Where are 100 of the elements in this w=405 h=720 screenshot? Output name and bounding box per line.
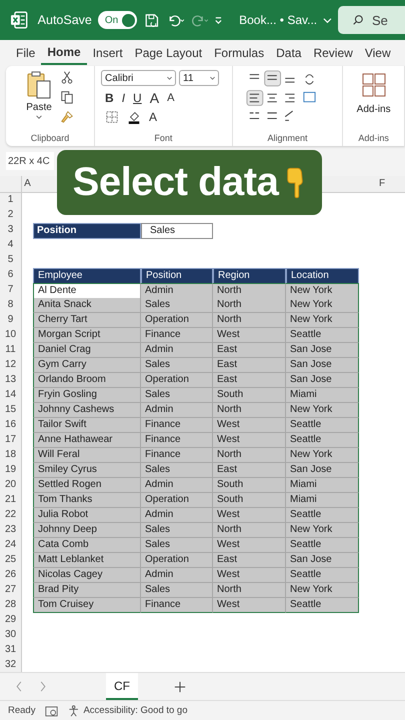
row-header[interactable]: 15: [0, 403, 22, 418]
document-title[interactable]: Book... • Sav...: [239, 13, 318, 27]
font-style-button[interactable]: U: [133, 91, 142, 105]
chevron-down-icon[interactable]: [35, 115, 44, 120]
ribbon-tab[interactable]: Page Layout: [128, 42, 208, 64]
row-header[interactable]: 12: [0, 358, 22, 373]
table-cell: Finance: [141, 433, 213, 448]
table-cell: Matt Leblanket: [33, 553, 141, 568]
table-cell: Finance: [141, 448, 213, 463]
table-cell: San Jose: [286, 358, 359, 373]
table-cell: Tom Thanks: [33, 493, 141, 508]
customize-icon[interactable]: [214, 16, 224, 24]
table-cell: South: [213, 388, 286, 403]
autosave-toggle[interactable]: On: [98, 11, 138, 29]
table-cell: Seattle: [286, 418, 359, 433]
row-header[interactable]: 4: [0, 238, 22, 253]
row-header[interactable]: 1: [0, 193, 22, 208]
previous-sheet-icon[interactable]: [14, 680, 24, 693]
table-cell: Sales: [141, 298, 213, 313]
sheet-tab[interactable]: CF: [106, 673, 138, 700]
row-header[interactable]: 20: [0, 478, 22, 493]
table-cell: East: [213, 343, 286, 358]
next-sheet-icon[interactable]: [38, 680, 48, 693]
add-sheet-icon[interactable]: [174, 680, 186, 692]
table-cell: West: [213, 598, 286, 613]
add-ins-button[interactable]: Add-ins: [356, 70, 391, 115]
chevron-down-icon: [209, 76, 216, 80]
ribbon-tab[interactable]: View: [358, 42, 397, 64]
search-icon: [352, 14, 364, 26]
search-field[interactable]: Se: [338, 6, 405, 34]
row-header[interactable]: 9: [0, 313, 22, 328]
ribbon-tab[interactable]: Review: [307, 42, 359, 64]
accessibility-status[interactable]: Accessibility: Good to go: [83, 705, 188, 716]
font-style-button[interactable]: I: [122, 91, 126, 105]
table-cell: North: [213, 313, 286, 328]
table-cell: Admin: [141, 478, 213, 493]
row-header[interactable]: 32: [0, 658, 22, 672]
font-size-dropdown[interactable]: 11: [179, 70, 220, 86]
column-heading-cell: Location: [286, 268, 359, 284]
row-header[interactable]: 25: [0, 553, 22, 568]
row-header[interactable]: 7: [0, 283, 22, 299]
camera-icon[interactable]: [45, 704, 58, 716]
row-header[interactable]: 21: [0, 493, 22, 508]
shrink-font-button[interactable]: A: [167, 92, 174, 104]
copy-icon[interactable]: [60, 90, 74, 104]
row-header[interactable]: 2: [0, 208, 22, 223]
row-header[interactable]: 10: [0, 328, 22, 343]
row-header[interactable]: 27: [0, 583, 22, 598]
table-cell: Julia Robot: [33, 508, 141, 523]
row-header[interactable]: 14: [0, 388, 22, 403]
column-header[interactable]: A: [22, 176, 33, 193]
row-header[interactable]: 30: [0, 628, 22, 643]
ribbon-tab[interactable]: File: [10, 42, 42, 64]
table-cell: New York: [286, 313, 359, 328]
row-header[interactable]: 31: [0, 643, 22, 658]
table-cell: New York: [286, 448, 359, 463]
excel-logo-icon: [10, 11, 28, 29]
row-header[interactable]: 5: [0, 253, 22, 268]
row-header[interactable]: 22: [0, 508, 22, 523]
undo-icon[interactable]: [166, 12, 185, 28]
column-header[interactable]: F: [359, 176, 405, 193]
font-name-dropdown[interactable]: Calibri: [101, 70, 176, 86]
font-color-button[interactable]: A: [149, 110, 158, 124]
name-box[interactable]: 22R x 4C: [6, 152, 54, 170]
row-header[interactable]: 29: [0, 613, 22, 628]
table-cell: Anne Hathawear: [33, 433, 141, 448]
table-cell: West: [213, 418, 286, 433]
chevron-down-icon: [166, 76, 174, 80]
paste-button[interactable]: Paste: [26, 70, 52, 124]
borders-icon[interactable]: [105, 110, 120, 124]
grow-font-button[interactable]: A: [150, 90, 160, 106]
row-header[interactable]: 11: [0, 343, 22, 358]
format-painter-icon[interactable]: [60, 110, 74, 124]
table-cell: Finance: [141, 328, 213, 343]
row-header[interactable]: 8: [0, 298, 22, 313]
row-header[interactable]: 17: [0, 433, 22, 448]
table-cell: Operation: [141, 553, 213, 568]
ribbon-tab[interactable]: Insert: [86, 42, 129, 64]
scissors-icon[interactable]: [60, 70, 74, 84]
table-cell: San Jose: [286, 463, 359, 478]
save-icon[interactable]: [143, 12, 161, 28]
fill-color-icon[interactable]: [127, 110, 142, 124]
row-header[interactable]: 16: [0, 418, 22, 433]
filter-value-cell[interactable]: Sales: [141, 223, 213, 239]
row-header[interactable]: 19: [0, 463, 22, 478]
table-cell: West: [213, 433, 286, 448]
font-style-button[interactable]: B: [105, 91, 114, 105]
chevron-down-icon[interactable]: [323, 16, 332, 24]
row-header[interactable]: 28: [0, 598, 22, 613]
row-header[interactable]: 6: [0, 268, 22, 284]
row-header[interactable]: 23: [0, 523, 22, 538]
ribbon-tab[interactable]: Formulas: [208, 42, 270, 64]
table-cell: Finance: [141, 418, 213, 433]
ribbon-tab[interactable]: Data: [270, 42, 308, 64]
row-header[interactable]: 24: [0, 538, 22, 553]
row-header[interactable]: 18: [0, 448, 22, 463]
row-header[interactable]: 13: [0, 373, 22, 388]
table-cell: South: [213, 493, 286, 508]
row-header[interactable]: 26: [0, 568, 22, 583]
row-header[interactable]: 3: [0, 223, 22, 239]
